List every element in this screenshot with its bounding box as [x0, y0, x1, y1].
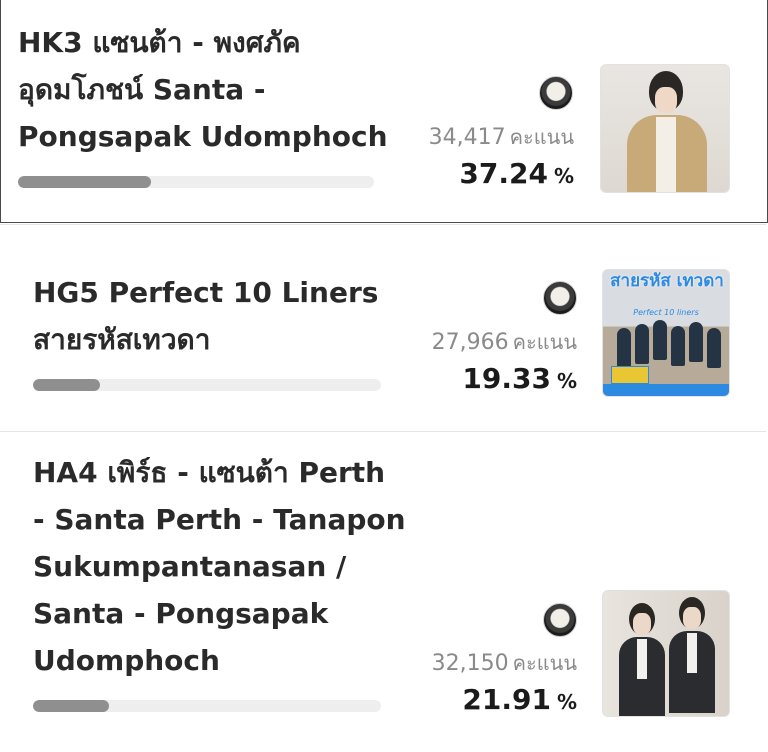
vote-count-value: 34,417	[428, 125, 506, 150]
vote-entry-3[interactable]: HA4 เพิร์ธ - แซนต้า Perth - Santa Perth …	[0, 431, 766, 752]
poster-subtitle: Perfect 10 liners	[633, 308, 699, 317]
vote-count: 32,150 คะแนน	[432, 647, 577, 679]
entry-title: HG5 Perfect 10 Liners สายรหัสเทวดา	[33, 269, 378, 363]
entry-title-line: สายรหัสเทวดา	[33, 323, 211, 356]
entry-title-line: HG5 Perfect 10 Liners	[33, 276, 379, 309]
series-poster-thumbnail[interactable]: สายรหัส เทวดา Perfect 10 liners	[602, 269, 730, 397]
vote-percentage: 21.91%	[385, 683, 577, 716]
poster-title: สายรหัส เทวดา	[609, 272, 725, 290]
user-avatar-icon[interactable]	[539, 76, 573, 110]
poster-figure	[671, 326, 685, 366]
vote-entry-2[interactable]: HG5 Perfect 10 Liners สายรหัสเทวดา 27,96…	[0, 224, 766, 431]
figure-face	[633, 613, 651, 635]
figure-face	[655, 87, 677, 113]
vote-count: 34,417 คะแนน	[429, 121, 574, 153]
entry-title-line: Sukumpantanasan /	[33, 550, 347, 583]
vote-unit-label: คะแนน	[512, 651, 577, 675]
poster-figure	[635, 324, 649, 364]
entry-title-line: HA4 เพิร์ธ - แซนต้า Perth	[33, 456, 386, 489]
poster-figure	[617, 328, 631, 368]
percentage-value: 19.33	[462, 362, 551, 395]
figure-shirt	[637, 639, 647, 679]
entry-title-line: อุดมโภชน์ Santa -	[18, 73, 266, 106]
vote-progress-bar	[18, 176, 374, 188]
user-avatar-icon[interactable]	[543, 603, 577, 637]
vote-progress-bar	[33, 379, 381, 391]
percentage-value: 21.91	[462, 683, 551, 716]
portrait-photo-thumbnail[interactable]	[600, 64, 730, 193]
entry-title-line: Pongsapak Udomphoch	[18, 120, 388, 153]
vote-progress-fill	[18, 176, 151, 188]
entry-title-line: HK3 แซนต้า - พงศภัค	[18, 26, 301, 59]
entry-title-line: Santa - Pongsapak	[33, 597, 329, 630]
vote-percentage: 37.24%	[381, 157, 574, 190]
figure-shirt	[687, 633, 697, 673]
vote-count-value: 32,150	[431, 651, 509, 676]
entry-title: HA4 เพิร์ธ - แซนต้า Perth - Santa Perth …	[33, 449, 406, 684]
vote-count-value: 27,966	[431, 330, 509, 355]
entry-title-line: - Santa Perth - Tanapon	[33, 503, 406, 536]
poster-tag	[611, 366, 649, 384]
vote-percentage: 19.33%	[385, 362, 577, 395]
user-avatar-icon[interactable]	[543, 281, 577, 315]
vote-progress-bar	[33, 700, 381, 712]
poster-figure	[689, 322, 703, 362]
poster-title-text: สายรหัส เทวดา	[610, 271, 724, 291]
figure-face	[683, 607, 701, 629]
vote-entry-1[interactable]: HK3 แซนต้า - พงศภัค อุดมโภชน์ Santa - Po…	[0, 0, 768, 223]
entry-title-line: Udomphoch	[33, 644, 220, 677]
percent-sign: %	[553, 164, 574, 188]
vote-unit-label: คะแนน	[512, 330, 577, 354]
vote-progress-fill	[33, 379, 101, 391]
vote-count: 27,966 คะแนน	[432, 326, 577, 358]
percent-sign: %	[556, 690, 577, 714]
poster-figure	[653, 320, 667, 360]
vote-unit-label: คะแนน	[509, 125, 574, 149]
duo-photo-thumbnail[interactable]	[602, 590, 730, 717]
percentage-value: 37.24	[459, 157, 548, 190]
percent-sign: %	[556, 369, 577, 393]
vote-progress-fill	[33, 700, 110, 712]
entry-title: HK3 แซนต้า - พงศภัค อุดมโภชน์ Santa - Po…	[18, 19, 388, 160]
poster-figure	[707, 328, 721, 368]
figure-shirt	[656, 117, 676, 192]
poster-strip	[603, 384, 729, 396]
